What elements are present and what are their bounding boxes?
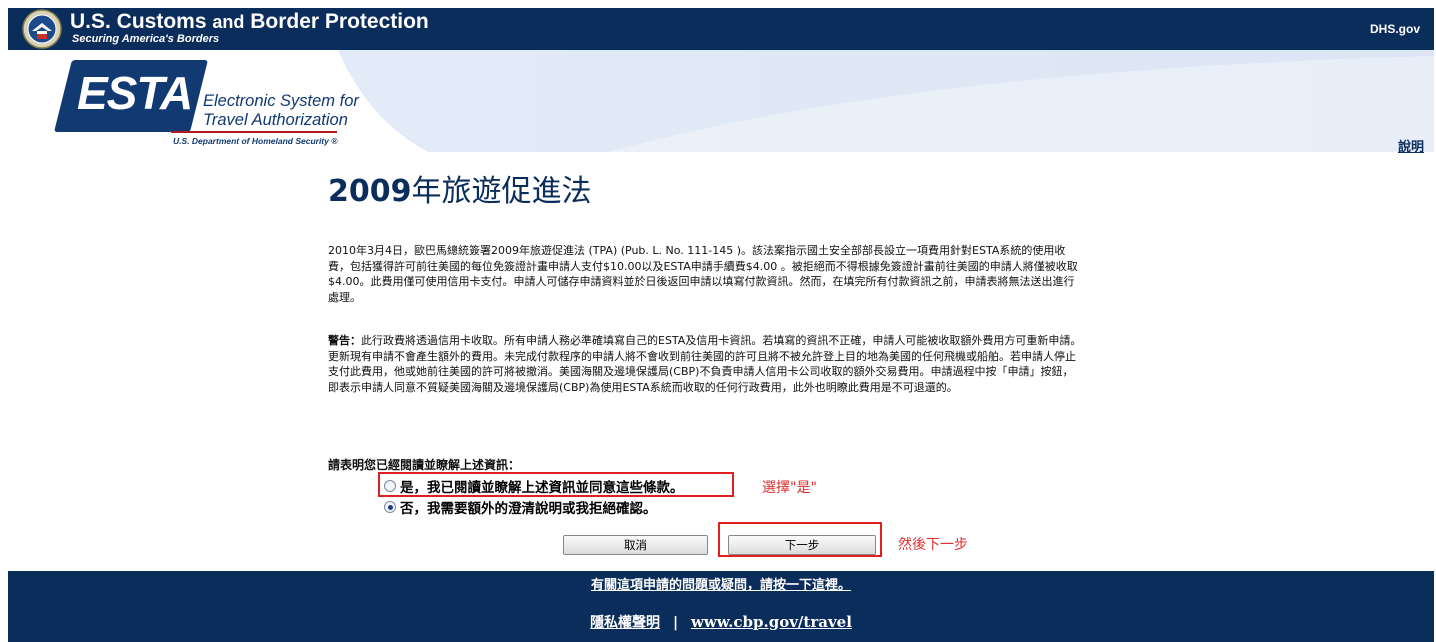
warning-paragraph: 警告：此行政費將透過信用卡收取。所有申請人務必準確填寫自己的ESTA及信用卡資訊… [328,333,1084,395]
agency-title: U.S. Customs and Border Protection [70,10,429,33]
footer-links-row: 隱私權聲明 | www.cbp.gov/travel [8,612,1434,632]
footer-question-row: 有關這項申請的問題或疑問，請按一下這裡。 [8,574,1434,593]
help-link[interactable]: 說明 [1398,136,1424,155]
esta-logo-line1: Electronic System for [203,92,359,110]
esta-logo-department: U.S. Department of Homeland Security ® [173,136,338,146]
esta-logo-divider [171,131,337,133]
radio-no[interactable] [384,501,396,513]
fee-description-paragraph: 2010年3月4日，歐巴馬總統簽署2009年旅遊促進法 (TPA) (Pub. … [328,244,1078,304]
esta-banner: ESTA Electronic System for Travel Author… [8,50,1434,152]
cbp-travel-link[interactable]: www.cbp.gov/travel [691,613,852,631]
page-title: 2009年旅遊促進法 [328,174,592,209]
radio-yes[interactable] [384,480,396,492]
next-button[interactable]: 下一步 [728,535,876,555]
esta-logo-line2: Travel Authorization [203,111,348,129]
privacy-policy-link[interactable]: 隱私權聲明 [590,615,660,631]
warning-label: 警告： [328,334,361,347]
annotation-then-next: 然後下一步 [898,537,968,553]
radio-yes-label: 是，我已閱讀並瞭解上述資訊並同意這些條款。 [400,480,684,496]
radio-option-no[interactable]: 否，我需要額外的澄清說明或我拒絕確認。 [384,497,657,517]
radio-option-yes[interactable]: 是，我已閱讀並瞭解上述資訊並同意這些條款。 [384,476,684,496]
agency-header-bar: U.S. Customs and Border Protection Secur… [8,8,1434,50]
acknowledgement-question: 請表明您已經閱讀並瞭解上述資訊： [328,458,521,472]
radio-no-label: 否，我需要額外的澄清說明或我拒絕確認。 [400,501,657,517]
footer-separator: | [672,615,679,631]
dhs-seal-icon [14,8,70,50]
agency-tagline: Securing America's Borders [72,33,220,45]
page-footer: 有關這項申請的問題或疑問，請按一下這裡。 隱私權聲明 | www.cbp.gov… [8,571,1434,642]
questions-help-link[interactable]: 有關這項申請的問題或疑問，請按一下這裡。 [591,578,851,593]
warning-text: 此行政費將透過信用卡收取。所有申請人務必準確填寫自己的ESTA及信用卡資訊。若填… [328,334,1082,394]
annotation-select-yes: 選擇"是" [762,480,817,496]
esta-logo-mark: ESTA [77,67,193,119]
dhs-gov-link[interactable]: DHS.gov [1370,22,1420,36]
cancel-button[interactable]: 取消 [563,535,708,555]
esta-logo: ESTA Electronic System for Travel Author… [54,56,363,152]
